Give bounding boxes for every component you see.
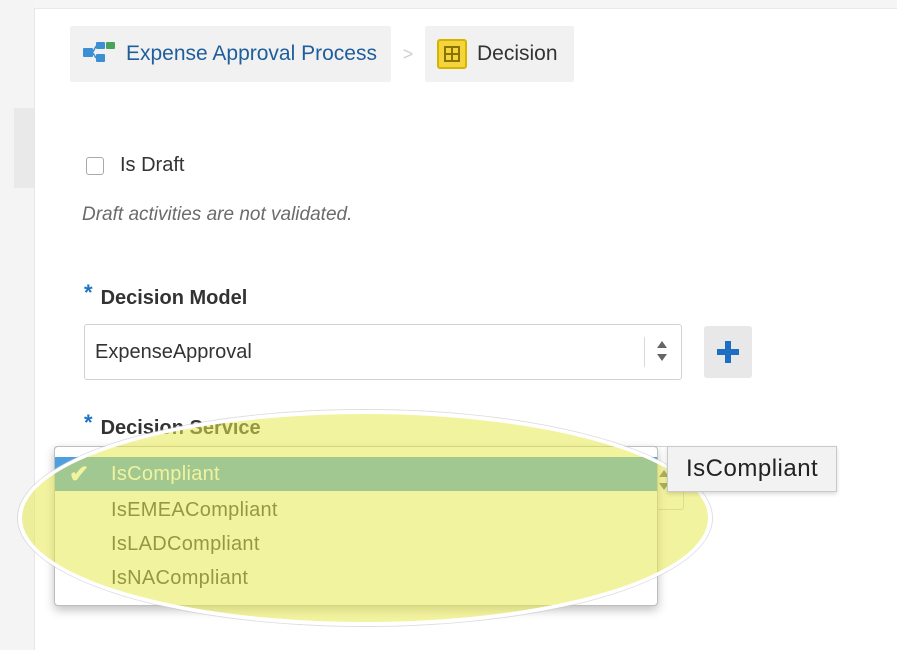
dropdown-option[interactable]: IsEMEACompliant <box>55 493 657 527</box>
left-rail <box>0 0 35 650</box>
decision-service-label-text: Decision Service <box>100 417 261 439</box>
required-marker: * <box>84 410 93 435</box>
breadcrumb-separator: > <box>402 43 414 64</box>
decision-service-dropdown: ✔ IsCompliant IsEMEACompliant IsLADCompl… <box>54 446 658 606</box>
dropdown-option-label: IsLADCompliant <box>111 533 260 555</box>
dropdown-option-label: IsEMEACompliant <box>111 499 278 521</box>
is-draft-checkbox[interactable] <box>86 156 104 175</box>
breadcrumb-current-label: Decision <box>476 42 558 65</box>
plus-icon <box>717 341 739 363</box>
required-marker: * <box>84 280 93 305</box>
decision-model-value: ExpenseApproval <box>95 341 252 363</box>
decision-model-label: * Decision Model <box>84 280 248 310</box>
dropdown-option-label: IsNACompliant <box>111 567 249 589</box>
option-tooltip: IsCompliant <box>667 446 838 492</box>
top-border <box>34 0 897 9</box>
dropdown-option[interactable]: IsLADCompliant <box>55 527 657 561</box>
checkmark-icon: ✔ <box>69 461 90 488</box>
decision-table-icon <box>436 39 467 69</box>
select-spinner-icon[interactable] <box>657 339 669 365</box>
breadcrumb-process-label[interactable]: Expense Approval Process <box>126 42 377 66</box>
is-draft-label[interactable]: Is Draft <box>120 154 184 177</box>
select-divider <box>644 337 645 367</box>
breadcrumb: Expense Approval Process > Decision <box>70 26 574 82</box>
decision-model-select[interactable]: ExpenseApproval <box>84 324 682 380</box>
breadcrumb-item-decision: Decision <box>424 26 574 82</box>
process-flow-icon <box>82 40 116 69</box>
dropdown-option-selected[interactable]: ✔ IsCompliant <box>55 457 657 491</box>
dropdown-option-label: IsCompliant <box>111 463 220 485</box>
add-decision-model-button[interactable] <box>704 326 752 378</box>
decision-model-label-text: Decision Model <box>100 287 248 309</box>
breadcrumb-item-process[interactable]: Expense Approval Process <box>70 26 391 82</box>
decision-service-label: * Decision Service <box>84 410 261 440</box>
is-draft-row: Is Draft <box>86 154 184 177</box>
left-rail-tab[interactable] <box>14 108 34 188</box>
dropdown-option[interactable]: IsNACompliant <box>55 561 657 595</box>
draft-note: Draft activities are not validated. <box>82 204 353 225</box>
